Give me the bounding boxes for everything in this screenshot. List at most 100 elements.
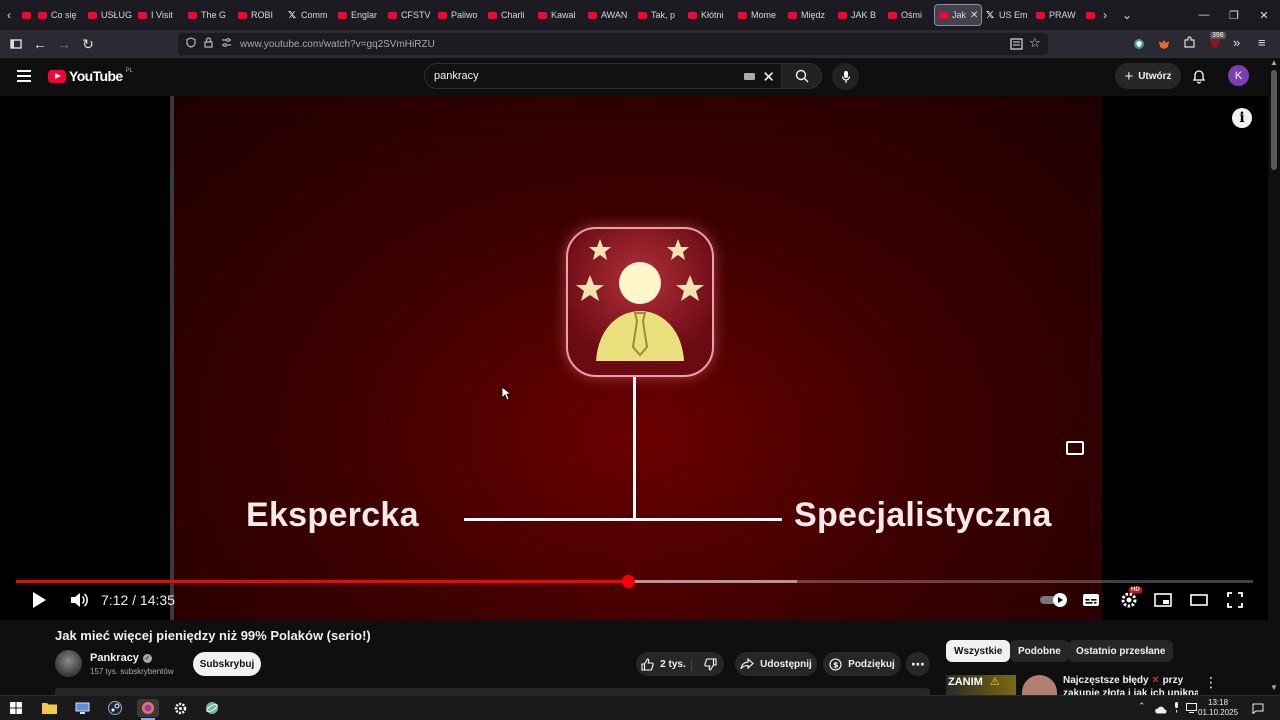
reader-view-icon[interactable] bbox=[1010, 37, 1023, 55]
address-bar[interactable]: www.youtube.com/watch?v=gq2SVmHiRZU bbox=[178, 33, 1048, 55]
share-button[interactable]: Udostępnij bbox=[735, 652, 817, 676]
browser-tab[interactable]: Mome bbox=[734, 4, 784, 26]
notifications-bell-icon[interactable] bbox=[1190, 67, 1208, 85]
more-tools-icon[interactable]: » bbox=[1233, 35, 1240, 50]
voice-search-button[interactable] bbox=[832, 63, 859, 90]
clear-search-icon[interactable]: ✕ bbox=[762, 68, 775, 86]
browser-tab-active[interactable]: Jak ✕ bbox=[934, 4, 982, 26]
recommendation-more-icon[interactable]: ⋮ bbox=[1204, 674, 1218, 691]
thanks-button[interactable]: $ Podziękuj bbox=[823, 652, 901, 676]
extensions-puzzle-icon[interactable] bbox=[1183, 36, 1196, 54]
notification-center-icon[interactable] bbox=[1252, 701, 1264, 719]
browser-tab[interactable]: Charli bbox=[484, 4, 534, 26]
fullscreen-button[interactable] bbox=[1225, 589, 1245, 611]
video-player[interactable]: Ekspercka Specjalistyczna i 7:12 / 14:35… bbox=[0, 96, 1268, 620]
create-button[interactable]: + Utwórz bbox=[1115, 63, 1181, 89]
chip-all[interactable]: Wszystkie bbox=[946, 640, 1011, 662]
video-frame[interactable]: Ekspercka Specjalistyczna bbox=[170, 96, 1102, 620]
like-button[interactable]: 2 tys. bbox=[636, 657, 692, 671]
tab-scroll-right-icon[interactable]: › bbox=[1096, 8, 1114, 22]
sidebar-toggle-icon[interactable] bbox=[4, 32, 28, 56]
browser-tab[interactable]: Międz bbox=[784, 4, 834, 26]
onedrive-cloud-icon[interactable] bbox=[1155, 701, 1167, 719]
browser-tab[interactable] bbox=[18, 4, 34, 26]
chip-recently-uploaded[interactable]: Ostatnio przesłane bbox=[1068, 640, 1174, 662]
browser-tab[interactable]: Ośmi bbox=[884, 4, 934, 26]
app-menu-icon[interactable]: ≡ bbox=[1258, 35, 1266, 50]
taskbar-clock[interactable]: 13:18 01.10.2025 bbox=[1198, 698, 1238, 718]
browser-tab[interactable]: CFSTV bbox=[384, 4, 434, 26]
guide-menu-icon[interactable] bbox=[17, 70, 31, 82]
browser-tab[interactable] bbox=[1082, 4, 1096, 26]
settings-button[interactable]: HD bbox=[1117, 587, 1142, 611]
bookmark-star-icon[interactable]: ☆ bbox=[1029, 35, 1041, 51]
browser-tab[interactable]: AWAN bbox=[584, 4, 634, 26]
recommendation-channel-avatar[interactable] bbox=[1022, 675, 1057, 695]
channel-name-link[interactable]: Pankracy ✓ bbox=[90, 652, 152, 664]
search-input[interactable]: pankracy ✕ bbox=[424, 63, 782, 89]
browser-tab[interactable]: 𝕏 US Em bbox=[982, 4, 1032, 26]
autoplay-toggle[interactable] bbox=[1039, 589, 1069, 611]
browser-tab[interactable]: JAK B bbox=[834, 4, 884, 26]
close-window-icon[interactable]: ✕ bbox=[1248, 0, 1280, 30]
restore-window-icon[interactable]: ❐ bbox=[1218, 0, 1250, 30]
theater-mode-button[interactable] bbox=[1189, 589, 1209, 611]
chip-related[interactable]: Podobne bbox=[1010, 640, 1069, 662]
browser-tab[interactable]: PRAW bbox=[1032, 4, 1082, 26]
network-monitor-tray-icon[interactable] bbox=[1186, 700, 1197, 718]
miniplayer-button[interactable] bbox=[1153, 589, 1173, 611]
scroll-down-icon[interactable]: ▼ bbox=[1270, 683, 1278, 692]
extension-fox-icon[interactable] bbox=[1158, 37, 1170, 55]
forward-arrow-icon[interactable]: → bbox=[52, 32, 76, 56]
tab-list-dropdown-icon[interactable]: ⌄ bbox=[1118, 8, 1136, 22]
firefox-icon[interactable] bbox=[137, 699, 159, 717]
browser-tab[interactable]: USŁUG bbox=[84, 4, 134, 26]
browser-tab[interactable]: 𝕏 Comm bbox=[284, 4, 334, 26]
browser-tab[interactable]: Kawal bbox=[534, 4, 584, 26]
scrollbar-thumb[interactable] bbox=[1271, 70, 1277, 170]
dislike-button[interactable] bbox=[698, 657, 724, 671]
play-button[interactable] bbox=[28, 589, 50, 611]
computer-monitor-icon[interactable] bbox=[73, 699, 91, 717]
browser-tab[interactable]: Co się bbox=[34, 4, 84, 26]
browser-tab[interactable]: ROBI bbox=[234, 4, 284, 26]
subscribe-button[interactable]: Subskrybuj bbox=[193, 652, 261, 676]
extension-ublock-icon[interactable]: 398 bbox=[1208, 32, 1226, 54]
play-icon bbox=[33, 592, 46, 608]
microphone-tray-icon[interactable] bbox=[1173, 700, 1180, 718]
keyboard-icon[interactable] bbox=[744, 73, 755, 80]
settings-gear-icon[interactable] bbox=[171, 699, 189, 717]
browser-tab[interactable]: Kłótni bbox=[684, 4, 734, 26]
tab-scroll-left-icon[interactable]: ‹ bbox=[0, 8, 18, 22]
info-icon[interactable]: i bbox=[1232, 108, 1252, 128]
like-count: 2 tys. bbox=[660, 658, 686, 670]
channel-avatar[interactable] bbox=[55, 650, 82, 677]
browser-tab[interactable]: Englar bbox=[334, 4, 384, 26]
extension-shield-icon[interactable] bbox=[1133, 37, 1145, 55]
account-avatar[interactable]: K bbox=[1228, 65, 1249, 86]
reload-icon[interactable]: ↻ bbox=[76, 32, 100, 56]
scroll-up-icon[interactable]: ▲ bbox=[1270, 58, 1278, 67]
browser-tab-label: PRAW bbox=[1049, 10, 1076, 20]
file-explorer-icon[interactable] bbox=[40, 699, 58, 717]
progress-bar[interactable] bbox=[16, 575, 1253, 588]
minimize-window-icon[interactable]: — bbox=[1188, 0, 1220, 30]
subtitles-button[interactable] bbox=[1081, 589, 1101, 611]
more-actions-button[interactable]: ⋯ bbox=[906, 652, 930, 676]
mute-button[interactable] bbox=[68, 589, 90, 611]
tray-overflow-icon[interactable]: ⌃ bbox=[1138, 701, 1146, 712]
browser-tab[interactable]: I Visit bbox=[134, 4, 184, 26]
steam-icon[interactable] bbox=[106, 699, 124, 717]
miniplayer-overlay-icon[interactable] bbox=[1066, 441, 1084, 455]
youtube-logo[interactable]: YouTube PL bbox=[48, 68, 133, 84]
network-globe-icon[interactable] bbox=[203, 699, 221, 717]
recommendation-thumbnail[interactable]: ZANIM ⚠ bbox=[946, 675, 1016, 695]
windows-start-icon[interactable] bbox=[7, 699, 25, 717]
browser-tab[interactable]: Tak, p bbox=[634, 4, 684, 26]
close-tab-icon[interactable]: ✕ bbox=[970, 10, 978, 21]
search-button[interactable] bbox=[782, 63, 822, 89]
browser-tab[interactable]: The G bbox=[184, 4, 234, 26]
browser-tab[interactable]: Paliwo bbox=[434, 4, 484, 26]
page-scrollbar[interactable]: ▲ ▼ bbox=[1268, 58, 1280, 695]
back-arrow-icon[interactable]: ← bbox=[28, 32, 52, 56]
